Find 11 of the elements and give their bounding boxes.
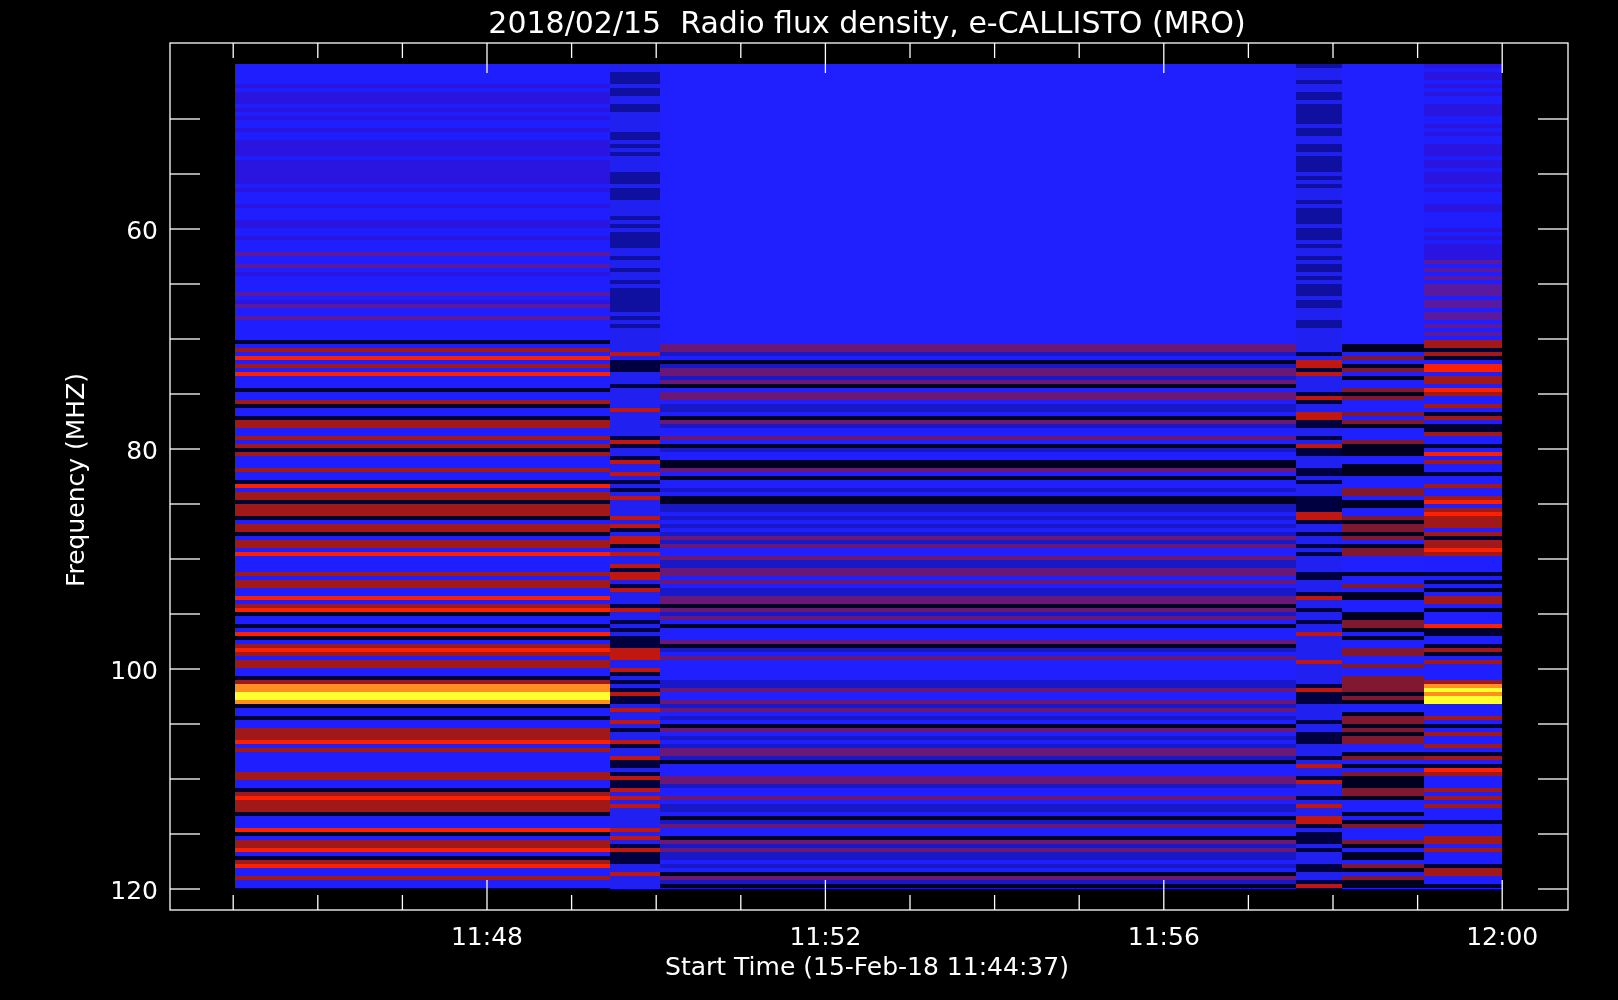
tick-label: 11:48 bbox=[451, 922, 523, 951]
tick-label: 100 bbox=[110, 656, 158, 685]
tick-label: 12:00 bbox=[1466, 922, 1539, 951]
tick-label: 60 bbox=[126, 216, 158, 245]
tick-label: 11:56 bbox=[1127, 922, 1200, 951]
axis-label: Start Time (15-Feb-18 11:44:37) bbox=[665, 952, 1069, 981]
tick-label: 11:52 bbox=[789, 922, 862, 951]
tick-label: 80 bbox=[126, 436, 158, 465]
tick-label: 120 bbox=[110, 876, 158, 905]
plot-title: 2018/02/15 Radio flux density, e-CALLISTO (MRO) bbox=[488, 5, 1246, 40]
axis-label: Frequency (MHZ) bbox=[61, 372, 90, 588]
